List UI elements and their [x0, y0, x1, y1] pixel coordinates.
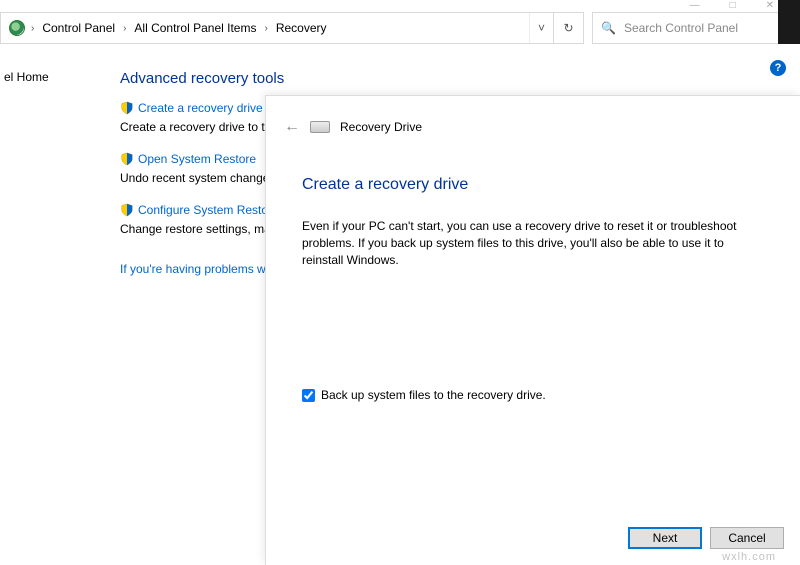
wizard-footer: Next Cancel: [628, 527, 784, 549]
minimize-icon[interactable]: —: [690, 0, 700, 12]
next-button[interactable]: Next: [628, 527, 702, 549]
backup-checkbox[interactable]: [302, 389, 315, 402]
breadcrumb-all-items[interactable]: All Control Panel Items: [132, 19, 258, 37]
maximize-icon[interactable]: □: [730, 0, 736, 12]
chevron-right-icon[interactable]: ›: [119, 23, 130, 34]
wizard-heading: Create a recovery drive: [302, 176, 764, 194]
search-placeholder: Search Control Panel: [624, 21, 738, 35]
tool-link-label: Create a recovery drive: [138, 101, 263, 115]
wizard-body: Create a recovery drive Even if your PC …: [266, 146, 800, 402]
breadcrumb: › Control Panel › All Control Panel Item…: [1, 19, 529, 37]
search-input[interactable]: 🔍 Search Control Panel: [592, 12, 792, 44]
drive-icon: [310, 121, 330, 133]
backup-checkbox-label: Back up system files to the recovery dri…: [321, 388, 546, 402]
wizard-header: ← Recovery Drive: [266, 96, 800, 146]
wizard-paragraph: Even if your PC can't start, you can use…: [302, 218, 742, 268]
address-dropdown[interactable]: ˅: [529, 13, 553, 43]
chevron-right-icon[interactable]: ›: [260, 23, 271, 34]
shield-icon: [120, 203, 134, 217]
breadcrumb-control-panel[interactable]: Control Panel: [40, 19, 117, 37]
cancel-button[interactable]: Cancel: [710, 527, 784, 549]
breadcrumb-recovery[interactable]: Recovery: [274, 19, 329, 37]
link-open-system-restore[interactable]: Open System Restore: [120, 152, 256, 166]
chevron-right-icon[interactable]: ›: [27, 23, 38, 34]
refresh-button[interactable]: ↻: [553, 13, 583, 43]
search-icon: 🔍: [601, 21, 616, 35]
tool-link-label: Configure System Restore: [138, 203, 279, 217]
link-troubleshoot[interactable]: If you're having problems wi: [120, 262, 268, 276]
background-strip: [778, 0, 800, 44]
recovery-drive-wizard: ← Recovery Drive Create a recovery drive…: [265, 95, 800, 565]
window-controls: — □ ✕: [654, 0, 774, 12]
backup-checkbox-row[interactable]: Back up system files to the recovery dri…: [302, 388, 764, 402]
shield-icon: [120, 152, 134, 166]
link-create-recovery-drive[interactable]: Create a recovery drive: [120, 101, 263, 115]
tool-link-label: Open System Restore: [138, 152, 256, 166]
close-icon[interactable]: ✕: [766, 0, 774, 12]
wizard-title: Recovery Drive: [340, 120, 422, 134]
sidebar: el Home: [0, 60, 60, 84]
link-configure-system-restore[interactable]: Configure System Restore: [120, 203, 279, 217]
control-panel-icon: [9, 20, 25, 36]
shield-icon: [120, 101, 134, 115]
sidebar-home-link[interactable]: el Home: [4, 60, 60, 84]
address-bar[interactable]: › Control Panel › All Control Panel Item…: [0, 12, 584, 44]
page-heading: Advanced recovery tools: [120, 70, 790, 87]
back-button[interactable]: ←: [284, 118, 300, 136]
